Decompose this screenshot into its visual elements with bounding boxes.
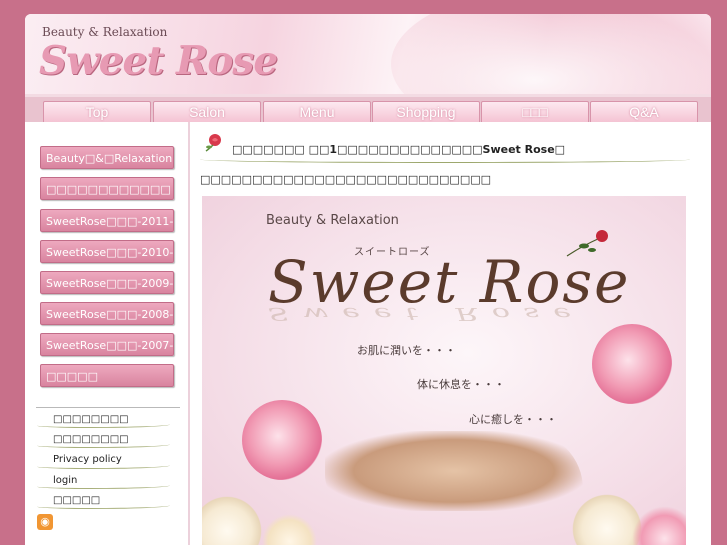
nav-top[interactable]: Top (43, 101, 151, 124)
link-underline (37, 463, 170, 469)
nav-item-5[interactable]: □□□ (481, 101, 589, 124)
page-frame: Beauty & Relaxation Sweet Rose Top Salon… (25, 14, 711, 545)
intro-text: □□□□□□□□□□□□□□□□□□□□□□□□□□□□ (200, 173, 492, 186)
link-underline (37, 442, 170, 448)
site-tagline: Beauty & Relaxation (42, 25, 168, 39)
link-underline (37, 422, 170, 428)
sidebar-button-2[interactable]: □□□□□□□□□□□□ (40, 177, 174, 200)
pink-rose-image (632, 506, 686, 545)
link-underline (37, 503, 170, 509)
banner-logo-reflection: Sweet Rose (268, 303, 586, 324)
main-nav: Top Salon Menu Shopping □□□ Q&A (25, 94, 711, 125)
banner-phrase-1: お肌に潤いを・・・ (357, 344, 456, 357)
sidebar-button-8[interactable]: □□□□□ (40, 364, 174, 387)
pink-rose-image (242, 400, 322, 480)
site-header: Beauty & Relaxation Sweet Rose (25, 14, 711, 94)
title-underline (200, 156, 690, 163)
header-decoration (391, 14, 711, 94)
banner-phrase-2: 体に休息を・・・ (417, 378, 505, 391)
sidebar-button-beauty-relaxation[interactable]: Beauty□&□Relaxation (40, 146, 174, 169)
sidebar-button-2011[interactable]: SweetRose□□□-2011- (40, 209, 174, 232)
massage-image (325, 431, 583, 511)
link-underline (37, 483, 170, 489)
sidebar-button-2007[interactable]: SweetRose□□□-2007- (40, 333, 174, 356)
sidebar: Beauty□&□Relaxation □□□□□□□□□□□□ SweetRo… (25, 122, 190, 545)
site-logo[interactable]: Sweet Rose (39, 38, 278, 84)
rss-icon[interactable]: ◉ (37, 514, 53, 530)
banner-tagline: Beauty & Relaxation (266, 213, 399, 228)
white-rose-image (202, 496, 262, 545)
page-title: □□□□□□□ □□1□□□□□□□□□□□□□□Sweet Rose□ (232, 143, 566, 156)
nav-salon[interactable]: Salon (153, 101, 261, 124)
white-rose-image (262, 514, 317, 545)
banner-phrase-3: 心に癒しを・・・ (469, 413, 557, 426)
pink-rose-image (592, 324, 672, 404)
sidebar-button-2009[interactable]: SweetRose□□□-2009- (40, 271, 174, 294)
hero-banner: Beauty & Relaxation スイートローズ Sweet Rose S… (202, 196, 686, 545)
rose-icon (205, 134, 221, 152)
sidebar-button-2008[interactable]: SweetRose□□□-2008- (40, 302, 174, 325)
nav-menu[interactable]: Menu (263, 101, 371, 124)
main-content: □□□□□□□ □□1□□□□□□□□□□□□□□Sweet Rose□ □□□… (190, 122, 711, 545)
small-rose-icon (566, 230, 608, 257)
sidebar-button-2010[interactable]: SweetRose□□□-2010- (40, 240, 174, 263)
sidebar-divider (36, 407, 180, 408)
nav-qa[interactable]: Q&A (590, 101, 698, 124)
nav-shopping[interactable]: Shopping (372, 101, 480, 124)
